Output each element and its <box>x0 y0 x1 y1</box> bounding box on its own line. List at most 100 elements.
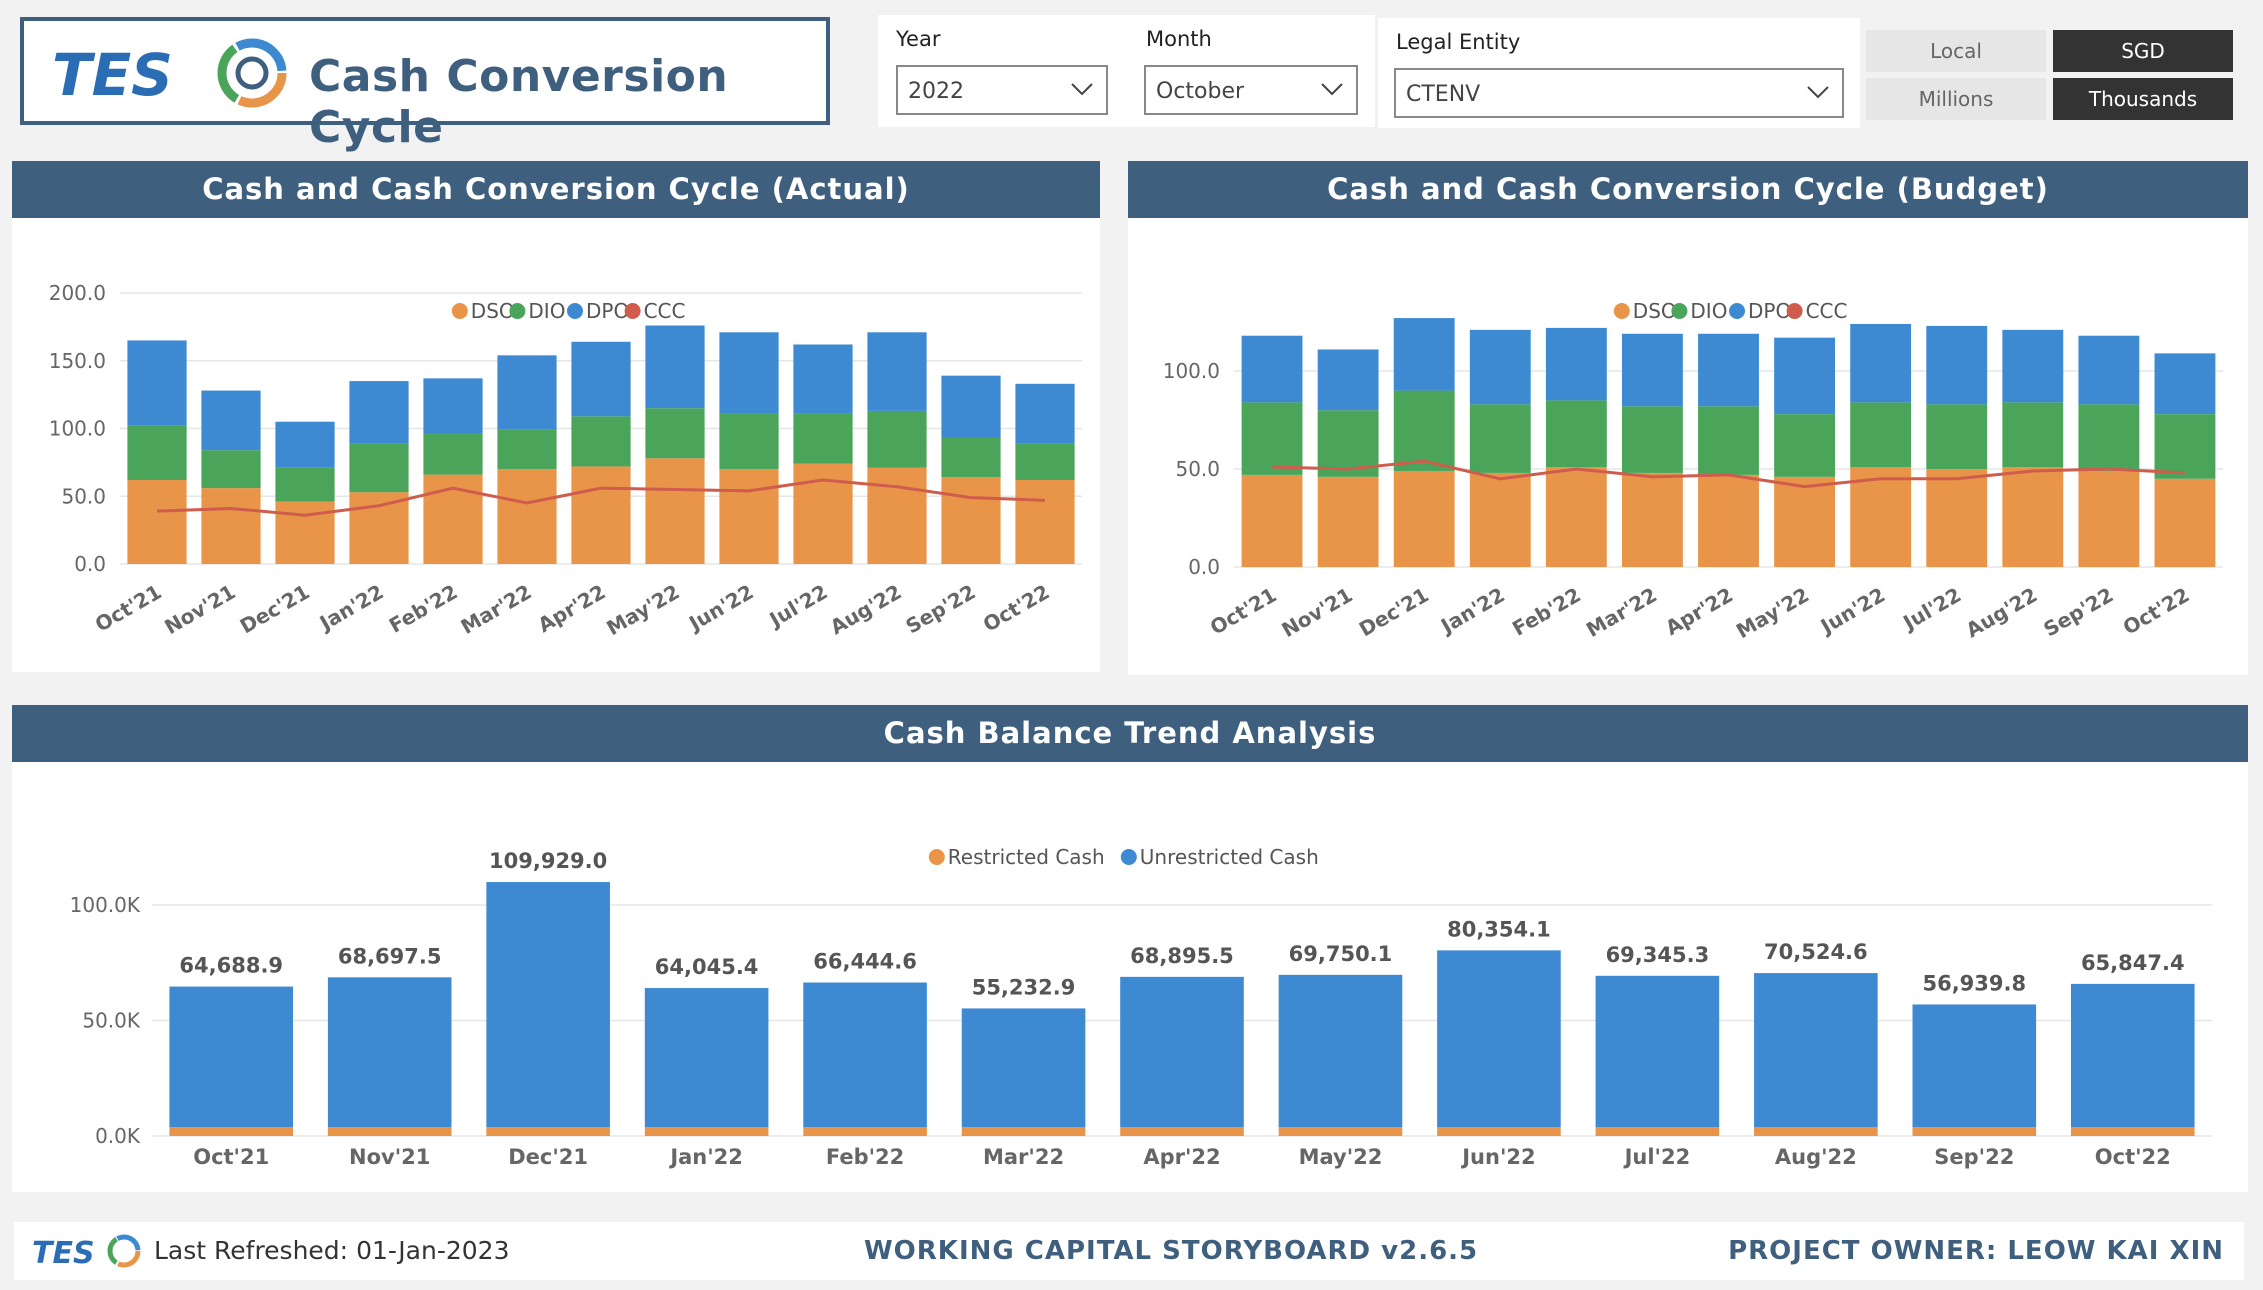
x-tick-label: Apr'22 <box>1661 583 1737 641</box>
bar-dpo <box>201 390 261 451</box>
x-tick-label: Apr'22 <box>534 580 610 638</box>
bar-dpo <box>1015 383 1075 444</box>
x-tick-label: Jun'22 <box>1815 583 1889 640</box>
bar-dpo <box>1317 349 1379 411</box>
legend-label: DIO <box>528 299 565 323</box>
thousands-toggle[interactable]: Thousands <box>2053 78 2233 120</box>
bar-dpo <box>423 378 483 434</box>
bar-dso <box>275 501 335 564</box>
entity-dropdown[interactable]: CTENV <box>1394 68 1844 118</box>
bar-dio <box>1926 404 1988 469</box>
sgd-toggle[interactable]: SGD <box>2053 30 2233 72</box>
x-tick-label: Jan'22 <box>1435 583 1509 639</box>
bar-dio <box>2002 402 2064 468</box>
millions-toggle[interactable]: Millions <box>1866 78 2046 120</box>
bar-dio <box>571 416 631 467</box>
x-tick-label: Oct'22 <box>979 580 1054 637</box>
bar-dio <box>1393 390 1455 471</box>
y-tick-label: 200.0 <box>49 281 106 305</box>
y-tick-label: 100.0K <box>70 893 141 917</box>
bar-restricted-cash <box>644 1127 769 1136</box>
bar-dpo <box>275 421 335 468</box>
bar-dso <box>1241 474 1303 567</box>
y-tick-label: 0.0 <box>74 552 106 576</box>
data-label: 69,345.3 <box>1606 943 1710 967</box>
x-tick-label: Mar'22 <box>457 580 536 639</box>
bar-dso <box>1774 476 1836 567</box>
x-tick-label: Sep'22 <box>1934 1145 2014 1169</box>
data-label: 65,847.4 <box>2081 951 2185 975</box>
bar-dpo <box>571 341 631 417</box>
bar-dio <box>2078 404 2140 471</box>
actual-chart-title: Cash and Cash Conversion Cycle (Actual) <box>12 161 1100 218</box>
bar-dio <box>1850 402 1912 468</box>
x-tick-label: Apr'22 <box>1143 1145 1220 1169</box>
bar-dso <box>1926 469 1988 567</box>
last-refreshed-value: 01-Jan-2023 <box>356 1236 510 1265</box>
x-tick-label: Feb'22 <box>826 1145 904 1169</box>
x-tick-label: Nov'21 <box>349 1145 430 1169</box>
bar-dso <box>2078 470 2140 567</box>
x-tick-label: Jun'22 <box>1460 1145 1535 1169</box>
chevron-down-icon <box>1071 83 1093 96</box>
data-label: 80,354.1 <box>1447 917 1551 941</box>
bar-dio <box>1015 443 1075 480</box>
chevron-down-icon <box>1321 83 1343 96</box>
x-tick-label: Jul'22 <box>764 580 832 633</box>
x-tick-label: Jul'22 <box>1897 583 1965 636</box>
legend-marker <box>1613 303 1630 319</box>
footer-logo-text: TES <box>32 1236 95 1270</box>
bar-dio <box>497 429 557 470</box>
budget-chart-title: Cash and Cash Conversion Cycle (Budget) <box>1128 161 2248 218</box>
bar-dio <box>867 410 927 468</box>
local-toggle[interactable]: Local <box>1866 30 2046 72</box>
year-filter: Year 2022 <box>878 15 1128 127</box>
y-tick-label: 150.0 <box>49 349 106 373</box>
bar-dio <box>1621 406 1683 473</box>
bar-restricted-cash <box>1437 1127 1561 1136</box>
bar-restricted-cash <box>2070 1127 2195 1136</box>
legend-label: Restricted Cash <box>948 845 1105 869</box>
bar-unrestricted-cash <box>1120 976 1244 1128</box>
legend-marker <box>451 303 468 319</box>
legend-marker <box>1120 849 1137 865</box>
data-label: 66,444.6 <box>813 950 917 974</box>
footer-logo: TES <box>32 1232 142 1271</box>
budget-ccc-panel: Cash and Cash Conversion Cycle (Budget) … <box>1128 161 2248 675</box>
legend-label: DSO <box>1633 299 1677 323</box>
bar-unrestricted-cash <box>486 882 610 1128</box>
x-tick-label: Jan'22 <box>314 580 388 636</box>
entity-label: Legal Entity <box>1396 30 1521 54</box>
bar-unrestricted-cash <box>644 988 769 1128</box>
month-label: Month <box>1146 27 1212 51</box>
bar-unrestricted-cash <box>1595 975 1720 1128</box>
bar-dpo <box>1241 335 1303 403</box>
y-tick-label: 50.0K <box>82 1009 141 1033</box>
bar-dio <box>1241 402 1303 475</box>
cash-balance-title: Cash Balance Trend Analysis <box>12 705 2248 762</box>
chevron-down-icon <box>1807 86 1829 99</box>
data-label: 64,045.4 <box>655 955 759 979</box>
legend-label: DIO <box>1690 299 1727 323</box>
data-label: 64,688.9 <box>179 954 283 978</box>
bar-restricted-cash <box>1912 1127 2037 1136</box>
x-tick-label: Aug'22 <box>1775 1145 1857 1169</box>
bar-dio <box>423 433 483 475</box>
bar-dso <box>1545 467 1607 567</box>
bar-dpo <box>1545 327 1607 401</box>
legend-label: Unrestricted Cash <box>1140 845 1319 869</box>
x-tick-label: Mar'22 <box>983 1145 1064 1169</box>
bar-dpo <box>349 381 409 444</box>
x-tick-label: Oct'21 <box>193 1145 269 1169</box>
x-tick-label: Oct'22 <box>2119 583 2194 640</box>
year-dropdown[interactable]: 2022 <box>896 65 1108 115</box>
actual-ccc-panel: Cash and Cash Conversion Cycle (Actual) … <box>12 161 1100 672</box>
month-dropdown[interactable]: October <box>1144 65 1358 115</box>
bar-dso <box>349 492 409 564</box>
legend-label: CCC <box>1806 299 1848 323</box>
bar-dpo <box>645 325 705 409</box>
bar-dio <box>1545 400 1607 468</box>
bar-unrestricted-cash <box>961 1008 1086 1128</box>
bar-unrestricted-cash <box>803 982 927 1128</box>
legend-label: DPO <box>586 299 629 323</box>
